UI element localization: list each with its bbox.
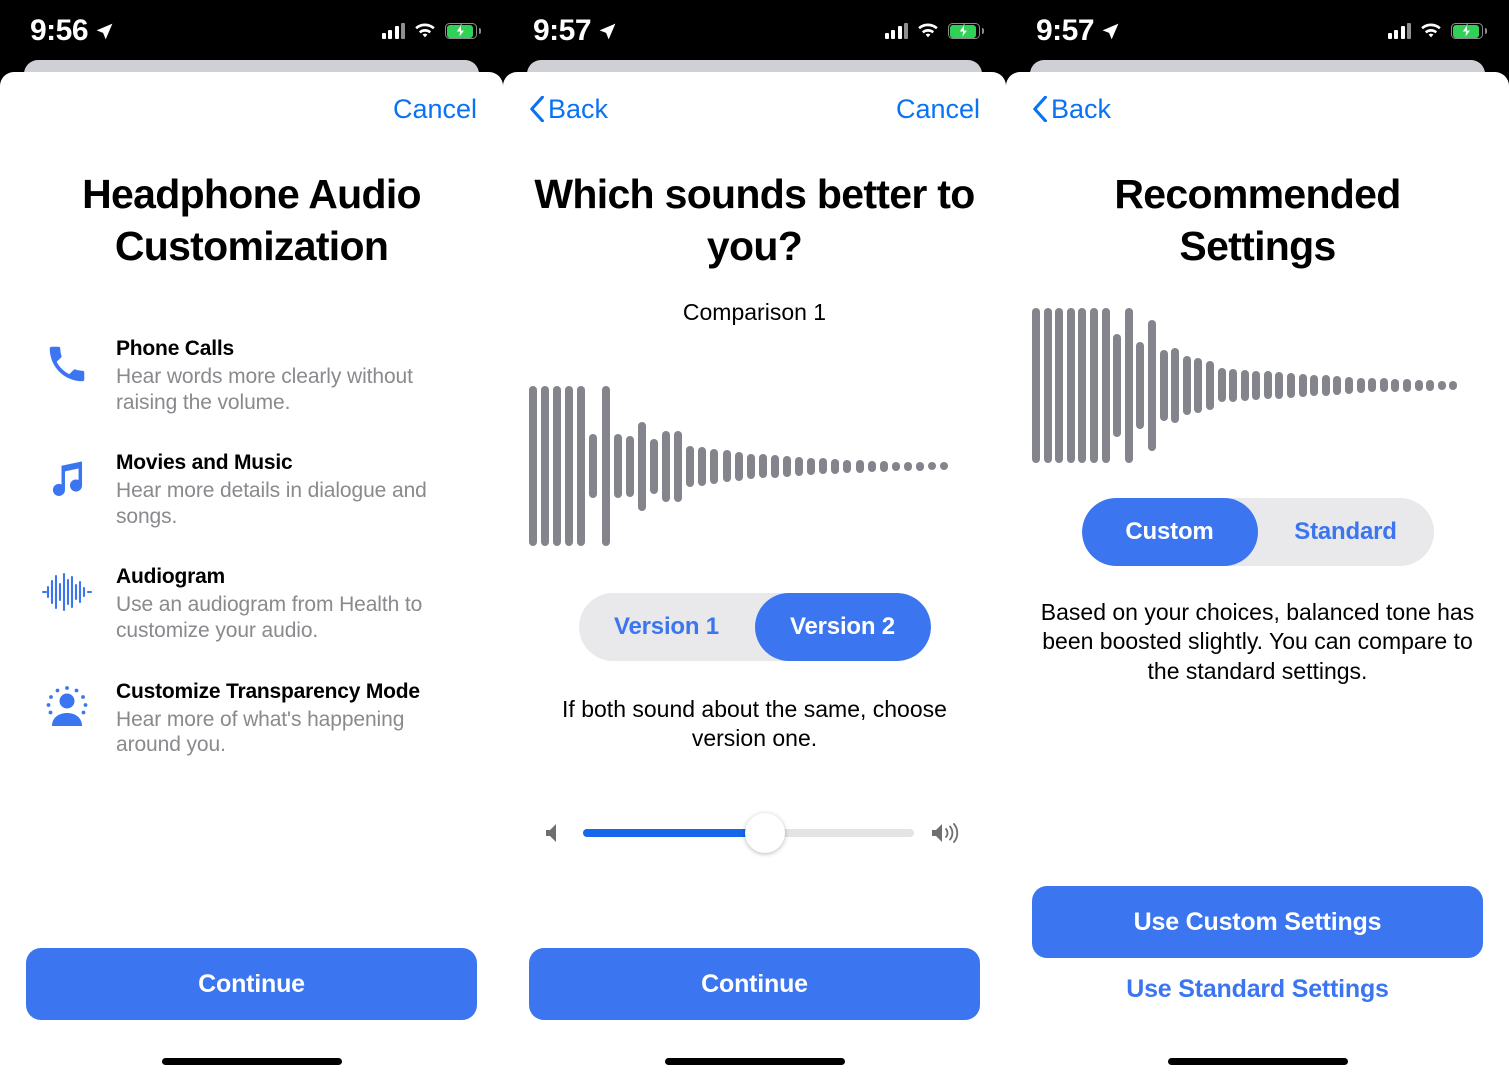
modal-sheet: Back Recommended Settings Custom Standar… bbox=[1006, 72, 1509, 1082]
wifi-icon bbox=[415, 23, 435, 37]
music-note-icon bbox=[40, 449, 94, 507]
cellular-bars-icon bbox=[381, 23, 405, 39]
speaker-low-icon bbox=[545, 821, 567, 845]
navigation-bar: Cancel bbox=[0, 72, 503, 146]
list-item: Customize Transparency Mode Hear more of… bbox=[40, 678, 477, 758]
cancel-button[interactable]: Cancel bbox=[896, 94, 980, 125]
three-screen-comparison: 9:56 Cancel Headphone Audio Customizatio… bbox=[0, 0, 1509, 1082]
location-arrow-icon bbox=[1102, 23, 1119, 39]
version-segmented-control-wrap: Version 1 Version 2 bbox=[529, 592, 980, 661]
screen-which-sounds-better: 9:57 Back Cancel Which sounds better to … bbox=[503, 0, 1006, 1082]
waveform-container bbox=[529, 384, 980, 549]
status-time: 9:57 bbox=[533, 14, 592, 47]
list-item-description: Use an audiogram from Health to customiz… bbox=[116, 593, 423, 642]
back-label: Back bbox=[1051, 93, 1112, 124]
battery-charging-icon bbox=[1451, 23, 1487, 39]
status-time: 9:57 bbox=[1036, 14, 1095, 47]
home-indicator-area bbox=[503, 1040, 1006, 1082]
list-item-title: Customize Transparency Mode bbox=[116, 679, 420, 703]
status-bar: 9:56 bbox=[0, 0, 503, 62]
audiogram-waveform-icon bbox=[40, 563, 94, 621]
status-time: 9:56 bbox=[30, 14, 89, 47]
helper-text: Based on your choices, balanced tone has… bbox=[1040, 598, 1475, 684]
footer: Use Custom Settings Use Standard Setting… bbox=[1006, 886, 1509, 1020]
wifi-icon bbox=[1421, 23, 1441, 37]
footer: Continue bbox=[0, 948, 503, 1020]
list-item-title: Movies and Music bbox=[116, 451, 293, 475]
list-item-title: Phone Calls bbox=[116, 336, 234, 360]
footer: Continue bbox=[503, 948, 1006, 1020]
navigation-bar: Back Cancel bbox=[503, 72, 1006, 146]
volume-slider-thumb[interactable] bbox=[745, 812, 786, 853]
use-standard-settings-button[interactable]: Use Standard Settings bbox=[1032, 958, 1483, 1020]
back-button[interactable]: Back bbox=[529, 94, 608, 125]
helper-text: If both sound about the same, choose ver… bbox=[562, 695, 947, 752]
status-bar-left: 9:57 bbox=[1036, 16, 1120, 46]
mode-segmented-control-wrap: Custom Standard bbox=[1032, 497, 1483, 566]
back-button[interactable]: Back bbox=[1032, 94, 1111, 125]
screen-recommended-settings: 9:57 Back Recommended Settings Custom St… bbox=[1006, 0, 1509, 1082]
battery-charging-icon bbox=[445, 23, 481, 39]
feature-list: Phone Calls Hear words more clearly with… bbox=[26, 335, 477, 758]
segment-version-1[interactable]: Version 1 bbox=[579, 593, 755, 661]
segment-standard[interactable]: Standard bbox=[1258, 498, 1434, 566]
page-title: Headphone Audio Customization bbox=[82, 171, 421, 270]
phone-icon bbox=[40, 335, 94, 393]
segment-version-2[interactable]: Version 2 bbox=[754, 592, 931, 661]
battery-charging-icon bbox=[948, 23, 984, 39]
volume-control bbox=[529, 812, 980, 853]
use-custom-settings-button[interactable]: Use Custom Settings bbox=[1032, 886, 1483, 958]
modal-sheet: Cancel Headphone Audio Customization Pho… bbox=[0, 72, 503, 1082]
home-indicator-area bbox=[0, 1040, 503, 1082]
chevron-left-icon bbox=[530, 96, 544, 122]
panel-content: Headphone Audio Customization Phone Call… bbox=[0, 146, 503, 948]
home-indicator-area bbox=[1006, 1040, 1509, 1082]
status-bar-right bbox=[884, 23, 984, 40]
page-title: Recommended Settings bbox=[1114, 171, 1401, 270]
version-segmented-control[interactable]: Version 1 Version 2 bbox=[578, 592, 931, 661]
status-bar-right bbox=[381, 23, 481, 40]
screen-headphone-audio-customization: 9:56 Cancel Headphone Audio Customizatio… bbox=[0, 0, 503, 1082]
segment-custom[interactable]: Custom bbox=[1081, 497, 1258, 566]
list-item-title: Audiogram bbox=[116, 565, 226, 589]
status-bar-left: 9:56 bbox=[30, 16, 114, 46]
list-item-description: Hear more of what's happening around you… bbox=[116, 707, 405, 757]
location-arrow-icon bbox=[599, 23, 616, 39]
location-arrow-icon bbox=[96, 23, 113, 39]
status-bar: 9:57 bbox=[503, 0, 1006, 62]
speaker-high-icon bbox=[930, 820, 964, 846]
list-item: Movies and Music Hear more details in di… bbox=[40, 449, 477, 529]
volume-slider[interactable] bbox=[583, 812, 914, 853]
mode-segmented-control[interactable]: Custom Standard bbox=[1081, 497, 1434, 566]
panel-content: Recommended Settings Custom Standard Bas… bbox=[1006, 146, 1509, 886]
status-bar: 9:57 bbox=[1006, 0, 1509, 62]
continue-button[interactable]: Continue bbox=[26, 948, 477, 1020]
chevron-left-icon bbox=[1033, 96, 1047, 122]
modal-sheet: Back Cancel Which sounds better to you? … bbox=[503, 72, 1006, 1082]
list-item-description: Hear words more clearly without raising … bbox=[116, 364, 413, 414]
home-indicator[interactable] bbox=[664, 1057, 845, 1065]
back-label: Back bbox=[548, 93, 609, 124]
cellular-bars-icon bbox=[884, 23, 908, 39]
wifi-icon bbox=[918, 23, 938, 37]
audio-waveform bbox=[1032, 303, 1483, 468]
audio-waveform bbox=[529, 384, 980, 549]
cancel-button[interactable]: Cancel bbox=[393, 94, 477, 125]
waveform-container bbox=[1032, 303, 1483, 468]
home-indicator[interactable] bbox=[161, 1057, 342, 1065]
volume-slider-fill bbox=[583, 828, 766, 837]
list-item: Phone Calls Hear words more clearly with… bbox=[40, 335, 477, 415]
home-indicator[interactable] bbox=[1167, 1057, 1348, 1065]
transparency-person-icon bbox=[40, 678, 94, 736]
status-bar-left: 9:57 bbox=[533, 16, 617, 46]
status-bar-right bbox=[1387, 23, 1487, 40]
list-item-description: Hear more details in dialogue and songs. bbox=[116, 479, 427, 528]
navigation-bar: Back bbox=[1006, 72, 1509, 146]
page-title: Which sounds better to you? bbox=[534, 171, 975, 270]
panel-content: Which sounds better to you? Comparison 1… bbox=[503, 146, 1006, 948]
continue-button[interactable]: Continue bbox=[529, 948, 980, 1020]
cellular-bars-icon bbox=[1387, 23, 1411, 39]
comparison-label: Comparison 1 bbox=[682, 298, 827, 325]
list-item: Audiogram Use an audiogram from Health t… bbox=[40, 563, 477, 643]
